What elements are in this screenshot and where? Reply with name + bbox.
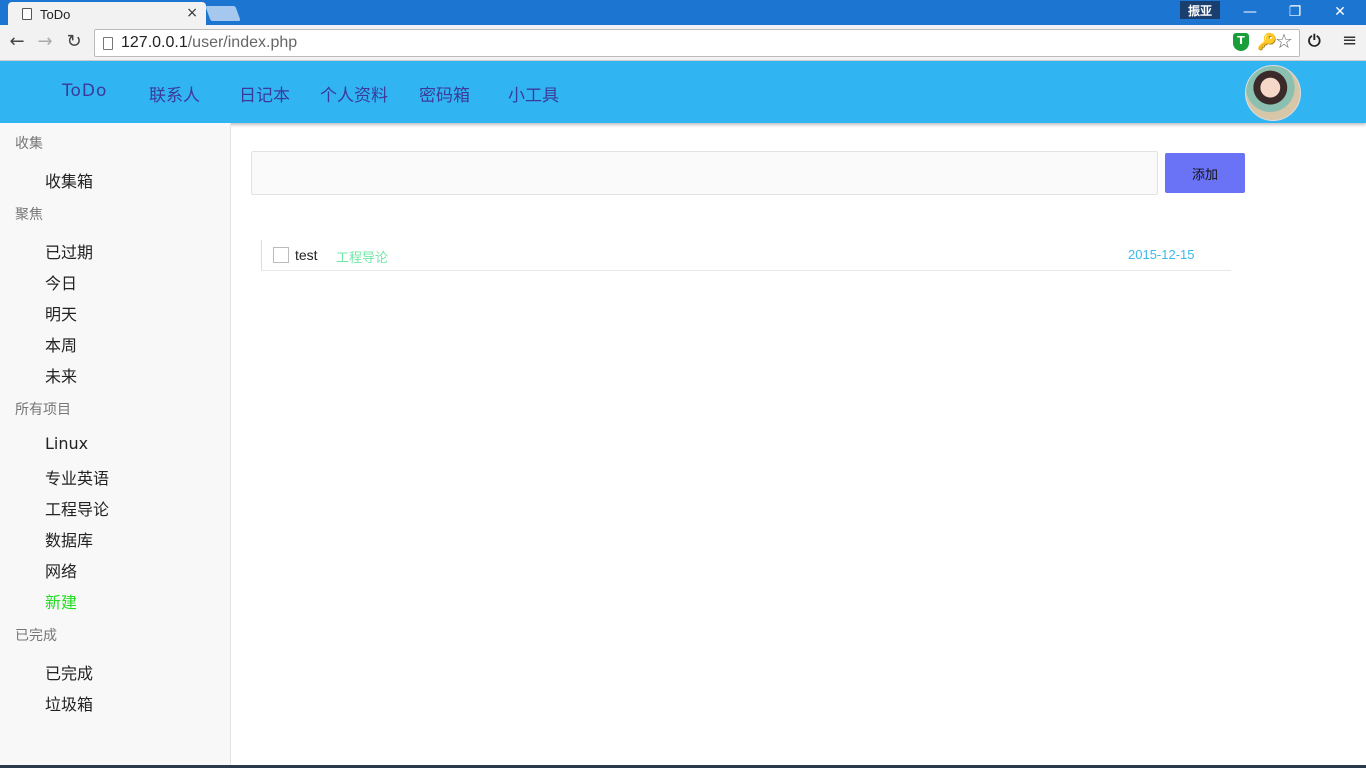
nav-diary[interactable]: 日记本 — [239, 81, 290, 106]
sidebar-heading-collect: 收集 — [15, 136, 43, 152]
todo-project-tag[interactable]: 工程导论 — [336, 247, 388, 266]
new-tab-button[interactable] — [205, 6, 241, 21]
sidebar-item-this-week[interactable]: 本周 — [45, 332, 77, 356]
url-path: /user/index.php — [187, 34, 298, 51]
sidebar-item-english[interactable]: 专业英语 — [45, 465, 109, 489]
profile-badge[interactable]: 振亚 — [1180, 1, 1220, 19]
url-host: 127.0.0.1 — [121, 34, 188, 51]
sidebar-heading-focus: 聚焦 — [15, 207, 43, 223]
sidebar-item-engineering[interactable]: 工程导论 — [45, 496, 109, 520]
sidebar-item-today[interactable]: 今日 — [45, 270, 77, 294]
tab-title: ToDo — [40, 6, 71, 22]
app-navbar: ToDo 联系人 日记本 个人资料 密码箱 小工具 — [0, 61, 1366, 123]
restore-button[interactable]: ❐ — [1275, 2, 1315, 22]
bookmark-star-icon[interactable]: ☆ — [1275, 29, 1293, 53]
address-bar[interactable]: 127.0.0.1/user/index.php — [94, 29, 1300, 57]
sidebar-item-network[interactable]: 网络 — [45, 558, 77, 582]
shield-extension-icon[interactable]: T — [1233, 33, 1249, 51]
nav-profile[interactable]: 个人资料 — [320, 81, 388, 106]
browser-titlebar: ToDo × 振亚 — ❐ ✕ — [0, 0, 1366, 26]
close-window-button[interactable]: ✕ — [1320, 2, 1360, 22]
minimize-button[interactable]: — — [1230, 2, 1270, 22]
browser-toolbar: ← → ↻ 127.0.0.1/user/index.php T 🔑 ☆ ⏻ ≡ — [0, 25, 1366, 61]
brand-link[interactable]: ToDo — [62, 81, 107, 101]
sidebar-item-tomorrow[interactable]: 明天 — [45, 301, 77, 325]
url-text: 127.0.0.1/user/index.php — [121, 34, 297, 52]
power-icon[interactable]: ⏻ — [1308, 31, 1321, 51]
sidebar-item-completed[interactable]: 已完成 — [45, 660, 93, 684]
sidebar-item-linux[interactable]: Linux — [45, 434, 88, 453]
sidebar-heading-done: 已完成 — [15, 628, 57, 644]
sidebar: 收集 收集箱 聚焦 已过期 今日 明天 本周 未来 所有项目 Linux 专业英… — [0, 123, 231, 768]
nav-tools[interactable]: 小工具 — [508, 81, 559, 106]
add-button[interactable]: 添加 — [1165, 153, 1245, 193]
tab-close-icon[interactable]: × — [186, 5, 198, 21]
add-todo-input[interactable] — [251, 151, 1158, 195]
sidebar-item-inbox[interactable]: 收集箱 — [45, 168, 93, 192]
page-icon — [103, 36, 113, 50]
nav-contacts[interactable]: 联系人 — [149, 81, 200, 106]
back-icon[interactable]: ← — [6, 31, 28, 53]
sidebar-heading-projects: 所有项目 — [15, 402, 71, 418]
todo-due-date: 2015-12-15 — [1128, 247, 1195, 262]
sidebar-item-database[interactable]: 数据库 — [45, 527, 93, 551]
forward-icon[interactable]: → — [34, 31, 56, 53]
sidebar-item-trash[interactable]: 垃圾箱 — [45, 691, 93, 715]
new-project-link[interactable]: 新建 — [45, 589, 77, 613]
todo-checkbox[interactable] — [273, 247, 289, 263]
reload-icon[interactable]: ↻ — [63, 31, 85, 53]
key-icon[interactable]: 🔑 — [1257, 32, 1277, 51]
browser-tab-active[interactable]: ToDo × — [8, 2, 206, 26]
document-icon — [22, 8, 32, 20]
avatar[interactable] — [1245, 65, 1301, 121]
sidebar-item-overdue[interactable]: 已过期 — [45, 239, 93, 263]
sidebar-item-future[interactable]: 未来 — [45, 363, 77, 387]
todo-text: test — [295, 247, 318, 263]
nav-password-box[interactable]: 密码箱 — [419, 81, 470, 106]
menu-icon[interactable]: ≡ — [1342, 30, 1357, 51]
todo-row[interactable]: test 工程导论 2015-12-15 — [261, 240, 1231, 271]
